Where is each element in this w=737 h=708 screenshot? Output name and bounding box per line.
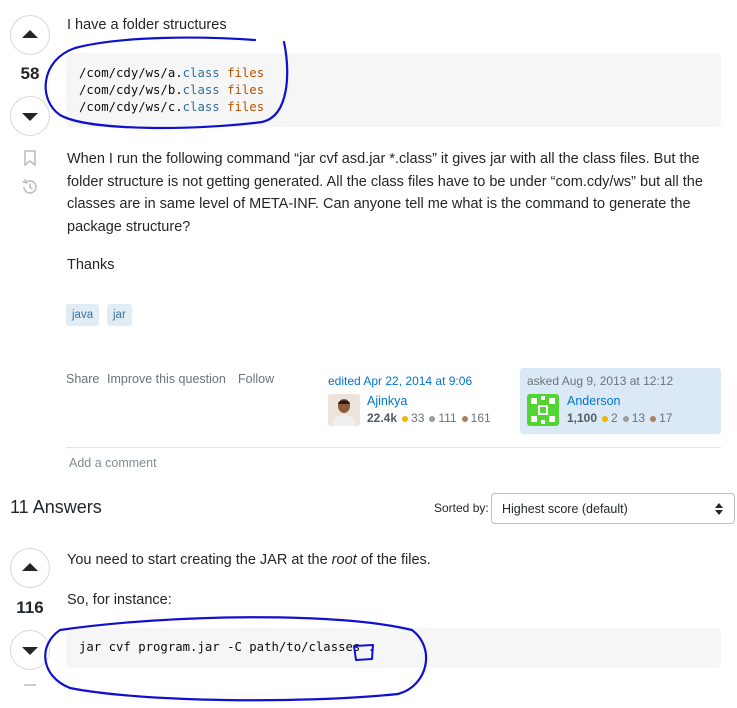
upvote-arrow-icon — [22, 30, 38, 38]
answer-line1: You need to start creating the JAR at th… — [67, 552, 431, 568]
edited-user-name[interactable]: Ajinkya — [367, 394, 407, 408]
answer-upvote-button[interactable] — [10, 548, 50, 588]
share-link[interactable]: Share — [66, 372, 99, 386]
avatar[interactable] — [328, 394, 360, 426]
avatar-person-icon — [328, 394, 360, 426]
asked-user-rep: 1,100 2 13 17 — [567, 411, 673, 425]
sort-select[interactable]: Highest score (default) — [491, 493, 735, 524]
answer-downvote-button[interactable] — [10, 630, 50, 670]
add-comment-link[interactable]: Add a comment — [69, 456, 157, 470]
accepted-marker — [24, 684, 36, 686]
history-icon — [22, 178, 37, 194]
asked-card: asked Aug 9, 2013 at 12:12 Anderson 1,10… — [520, 368, 721, 434]
tag-java[interactable]: java — [66, 304, 100, 326]
question-thanks: Thanks — [67, 257, 115, 273]
edited-user-rep: 22.4k 33 111 161 — [367, 411, 491, 425]
answers-count-heading: 11 Answers — [10, 497, 102, 517]
tag-jar[interactable]: jar — [107, 304, 132, 326]
avatar[interactable] — [527, 394, 559, 426]
question-upvote-button[interactable] — [10, 15, 50, 55]
code-line: /com/cdy/ws/a.class files — [79, 66, 265, 80]
history-button[interactable] — [21, 178, 39, 201]
question-downvote-button[interactable] — [10, 96, 50, 136]
sorted-by-label: Sorted by: — [434, 501, 489, 515]
bookmark-icon — [24, 150, 36, 167]
answer-score: 116 — [16, 598, 44, 617]
edited-label[interactable]: edited Apr 22, 2014 at 9:06 — [328, 374, 472, 388]
follow-link[interactable]: Follow — [238, 372, 274, 386]
improve-question-link[interactable]: Improve this question — [107, 372, 226, 386]
answer-code-block: jar cvf program.jar -C path/to/classes . — [66, 628, 721, 668]
answer-line2: So, for instance: — [67, 592, 172, 608]
upvote-arrow-icon — [22, 563, 38, 571]
asked-label: asked Aug 9, 2013 at 12:12 — [527, 374, 674, 388]
question-score: 58 — [20, 64, 40, 83]
edited-card: edited Apr 22, 2014 at 9:06 Ajinkya 22.4… — [327, 370, 512, 432]
code-line: /com/cdy/ws/b.class files — [79, 83, 265, 97]
code-line: /com/cdy/ws/c.class files — [79, 100, 265, 114]
bookmark-button[interactable] — [23, 150, 37, 172]
downvote-arrow-icon — [22, 647, 38, 655]
sort-updown-icon — [715, 502, 723, 515]
sort-select-value: Highest score (default) — [502, 501, 628, 516]
question-intro: I have a folder structures — [67, 17, 227, 33]
asked-user-name[interactable]: Anderson — [567, 394, 621, 408]
identicon-icon — [527, 394, 559, 426]
question-code-block: /com/cdy/ws/a.class files /com/cdy/ws/b.… — [66, 53, 721, 127]
comment-divider — [66, 447, 721, 448]
question-body: When I run the following command “jar cv… — [67, 151, 703, 235]
downvote-arrow-icon — [22, 113, 38, 121]
